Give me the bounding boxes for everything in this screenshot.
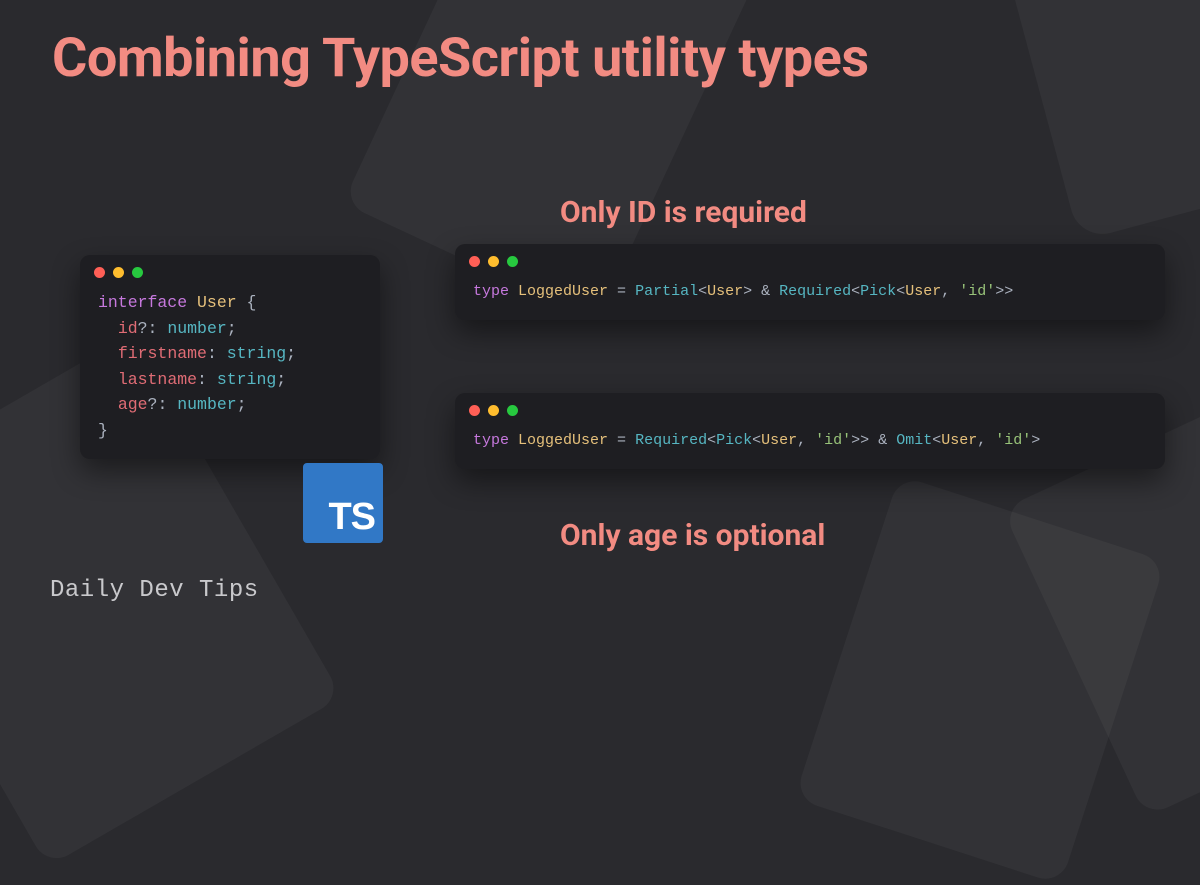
minimize-icon — [113, 267, 124, 278]
minimize-icon — [488, 256, 499, 267]
close-icon — [469, 405, 480, 416]
subtitle-optional: Only age is optional — [560, 518, 825, 553]
typescript-logo-text: TS — [328, 496, 375, 539]
subtitle-required: Only ID is required — [560, 195, 807, 230]
content-area: Combining TypeScript utility types Only … — [0, 0, 1200, 630]
code-block-type1: type LoggedUser = Partial<User> & Requir… — [455, 273, 1165, 320]
window-controls — [455, 393, 1165, 422]
code-window-partial-required: type LoggedUser = Partial<User> & Requir… — [455, 244, 1165, 320]
maximize-icon — [507, 405, 518, 416]
close-icon — [94, 267, 105, 278]
brand-label: Daily Dev Tips — [50, 577, 259, 604]
code-block-interface: interface User { id?: number; firstname:… — [80, 284, 380, 459]
maximize-icon — [507, 256, 518, 267]
close-icon — [469, 256, 480, 267]
minimize-icon — [488, 405, 499, 416]
typescript-logo-icon: TS — [303, 463, 383, 543]
page-title: Combining TypeScript utility types — [52, 28, 1040, 90]
maximize-icon — [132, 267, 143, 278]
code-window-required-omit: type LoggedUser = Required<Pick<User, 'i… — [455, 393, 1165, 469]
code-window-interface: interface User { id?: number; firstname:… — [80, 255, 380, 459]
window-controls — [80, 255, 380, 284]
code-block-type2: type LoggedUser = Required<Pick<User, 'i… — [455, 422, 1165, 469]
window-controls — [455, 244, 1165, 273]
